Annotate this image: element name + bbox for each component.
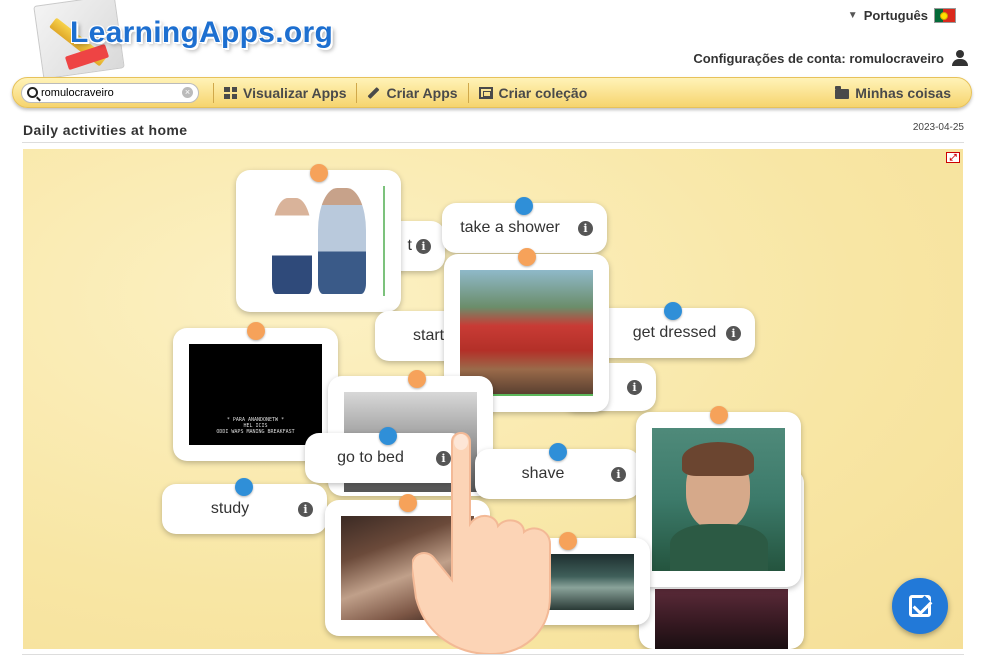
nav-create-collection[interactable]: Criar coleção [467,82,598,103]
video-caption: * PARA ANANDONETW * HEL ICIS ODDI WAPS MAN… [216,417,295,435]
search-icon[interactable] [27,87,38,98]
word-card-shave[interactable]: shave i [475,443,640,499]
language-label: Português [863,8,928,23]
app-stage: ⤢ t i take a shower i start get dressed [23,149,963,649]
info-icon[interactable]: i [726,325,741,341]
pin[interactable] [549,443,567,461]
pencil-icon [367,86,380,99]
nav-my-stuff[interactable]: Minhas coisas [825,83,961,103]
app-title: Daily activities at home [23,122,188,138]
image-bed [341,516,474,620]
image-two-men [252,186,385,296]
image-water [547,554,634,610]
nav-view-apps[interactable]: Visualizar Apps [213,82,356,103]
nav-create-apps[interactable]: Criar Apps [356,82,467,103]
nav-my-stuff-label: Minhas coisas [855,84,951,101]
pin[interactable] [247,322,265,340]
word-card-study[interactable]: study i [162,478,327,534]
image-card-bed[interactable] [325,494,490,636]
info-icon[interactable]: i [627,379,642,395]
pin[interactable] [408,370,426,388]
word-card-take-a-shower[interactable]: take a shower i [442,197,607,253]
pin[interactable] [515,197,533,215]
grid-icon [224,86,237,99]
word-card-go-to-bed[interactable]: go to bed i [305,427,465,483]
search-input[interactable] [41,86,171,99]
info-icon[interactable]: i [298,501,313,517]
image-man [652,428,785,571]
fullscreen-icon[interactable]: ⤢ [946,152,960,163]
folder-icon [835,85,850,99]
pin[interactable] [559,532,577,550]
account-label: Configurações de conta: romulocraveiro [693,50,944,66]
info-icon[interactable]: i [416,238,431,254]
check-icon [909,595,931,617]
image-card-two-men[interactable] [236,164,401,312]
nav-create-apps-label: Criar Apps [386,84,458,101]
account-settings-link[interactable]: Configurações de conta: romulocraveiro [693,50,968,66]
caret-down-icon: ▼ [847,10,858,21]
word-card-shave-label: shave [521,465,565,482]
pin[interactable] [518,248,536,266]
divider-bottom [22,654,964,655]
page: LearningApps.org ▼ Português Configuraçõ… [0,0,984,668]
logo-text: LearningApps.org [70,16,334,49]
word-card-study-label: study [210,500,250,517]
main-navbar: × Visualizar Apps Criar Apps Criar coleç… [12,77,972,108]
word-card-take-a-shower-label: take a shower [460,219,560,236]
word-card-go-to-bed-label: go to bed [337,449,404,466]
pin[interactable] [664,302,682,320]
check-answers-button[interactable] [892,578,948,634]
clear-icon[interactable]: × [182,87,193,98]
nav-create-collection-label: Criar coleção [498,84,588,101]
info-icon[interactable]: i [436,450,451,466]
image-card-water[interactable] [485,532,650,625]
pin[interactable] [379,427,397,445]
collection-icon [478,86,493,99]
app-date: 2023-04-25 [912,122,964,133]
info-icon[interactable]: i [611,466,626,482]
pin[interactable] [399,494,417,512]
logo[interactable]: LearningApps.org [18,0,348,80]
image-video-frame: * PARA ANANDONETW * HEL ICIS ODDI WAPS MAN… [189,344,322,445]
nav-view-apps-label: Visualizar Apps [243,84,347,101]
language-selector[interactable]: ▼ Português [848,8,956,23]
flag-icon [934,8,956,23]
info-icon[interactable]: i [578,220,593,236]
pin[interactable] [310,164,328,182]
user-icon [952,50,968,66]
divider [22,142,964,143]
pin[interactable] [235,478,253,496]
pin[interactable] [710,406,728,424]
image-man-2 [655,589,788,649]
search-box: × [21,82,199,103]
image-card-man[interactable] [636,406,801,587]
